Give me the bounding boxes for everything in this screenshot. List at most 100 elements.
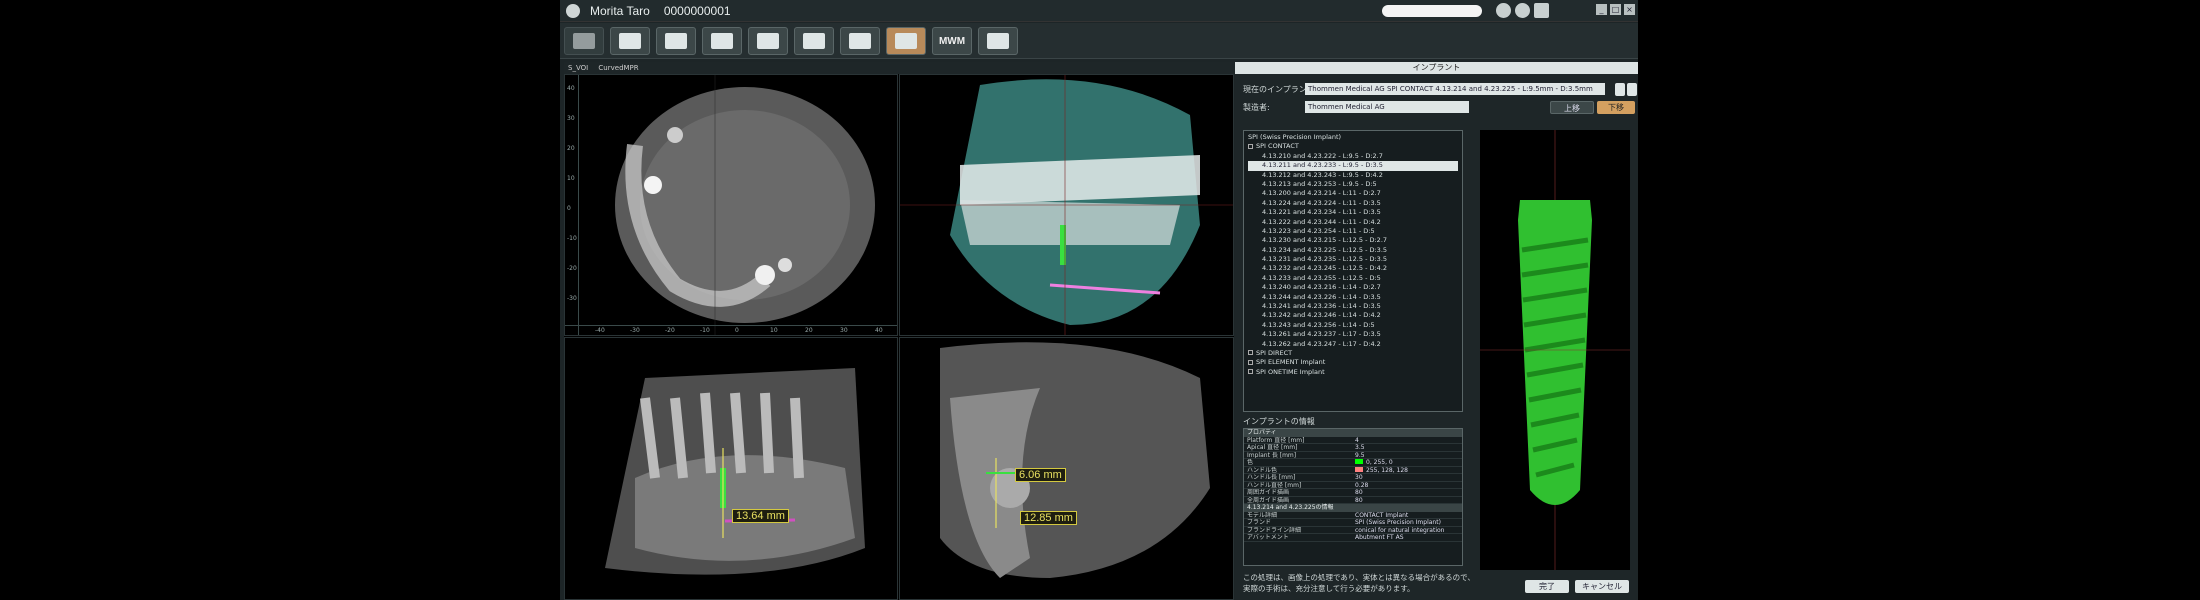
arrow-icon bbox=[573, 33, 595, 49]
tree-root[interactable]: SPI (Swiss Precision Implant) bbox=[1248, 133, 1458, 142]
color-swatch[interactable] bbox=[1355, 466, 1363, 472]
info-row: 全周ガイド描画 80 bbox=[1244, 497, 1462, 504]
tree-item[interactable]: 4.13.210 and 4.23.222 - L:9.5 - D:2.7 bbox=[1248, 152, 1458, 161]
tree-item[interactable]: 4.13.200 and 4.23.214 - L:11 - D:2.7 bbox=[1248, 189, 1458, 198]
warning-note-line1: この処理は、画像上の処理であり、実体とは異なる場合があるので、 bbox=[1243, 573, 1475, 582]
measurement-label: 6.06 mm bbox=[1015, 468, 1066, 482]
implant-info-label: インプラントの情報 bbox=[1243, 417, 1315, 426]
collapse-icon bbox=[1248, 143, 1253, 149]
tree-item[interactable]: 4.13.224 and 4.23.224 - L:11 - D:3.5 bbox=[1248, 199, 1458, 208]
tree-item[interactable]: 4.13.262 and 4.23.247 - L:17 - D:4.2 bbox=[1248, 340, 1458, 349]
info-row: 周囲ガイド描画 80 bbox=[1244, 489, 1462, 497]
cancel-button[interactable]: キャンセル bbox=[1575, 580, 1629, 593]
3d-render-image bbox=[900, 75, 1233, 335]
toolbar-button-implant[interactable] bbox=[886, 27, 926, 55]
tab-s-voi[interactable]: S_VOI bbox=[568, 64, 588, 72]
app-logo-icon bbox=[566, 3, 580, 18]
panoramic-slice-image bbox=[940, 342, 1210, 578]
plus-icon[interactable] bbox=[1615, 83, 1625, 96]
grid-icon[interactable] bbox=[1534, 3, 1549, 18]
implant-tree: SPI (Swiss Precision Implant) SPI CONTAC… bbox=[1243, 130, 1463, 412]
horizontal-ruler: -40 -30 -20 -10 0 10 20 30 40 bbox=[565, 325, 897, 335]
implant-panel: インプラント 現在のインプラント: Thommen Medical AG SPI… bbox=[1235, 62, 1638, 600]
vertical-ruler: 40 30 20 10 0 -10 -20 -30 bbox=[565, 75, 579, 335]
tree-item[interactable]: 4.13.222 and 4.23.244 - L:11 - D:4.2 bbox=[1248, 218, 1458, 227]
toolbar-button-layout1[interactable] bbox=[610, 27, 650, 55]
panoramic-slice-view[interactable]: 6.06 mm 12.85 mm bbox=[899, 337, 1234, 600]
expand-icon bbox=[1248, 350, 1253, 356]
search-input[interactable] bbox=[1382, 5, 1482, 17]
annotate-icon bbox=[803, 33, 825, 49]
minimize-button[interactable]: _ bbox=[1596, 4, 1607, 15]
toolbar-button-home[interactable] bbox=[978, 27, 1018, 55]
tree-item[interactable]: 4.13.244 and 4.23.226 - L:14 - D:3.5 bbox=[1248, 293, 1458, 302]
tree-item[interactable]: 4.13.242 and 4.23.246 - L:14 - D:4.2 bbox=[1248, 311, 1458, 320]
tree-item[interactable]: 4.13.213 and 4.23.253 - L:9.5 - D:5 bbox=[1248, 180, 1458, 189]
tree-item[interactable]: 4.13.231 and 4.23.235 - L:12.5 - D:3.5 bbox=[1248, 255, 1458, 264]
cross-section-image bbox=[605, 368, 865, 575]
toolbar-button-slices[interactable] bbox=[702, 27, 742, 55]
tree-item[interactable]: 4.13.212 and 4.23.243 - L:9.5 - D:4.2 bbox=[1248, 171, 1458, 180]
color-swatch[interactable] bbox=[1355, 459, 1363, 464]
tree-item[interactable]: 4.13.241 and 4.23.236 - L:14 - D:3.5 bbox=[1248, 302, 1458, 311]
main-toolbar: MWM bbox=[560, 23, 1638, 59]
tree-item-selected[interactable]: 4.13.211 and 4.23.233 - L:9.5 - D:3.5 bbox=[1248, 161, 1458, 171]
viewer-tabs: S_VOI CurvedMPR bbox=[564, 62, 1234, 74]
measurement-label: 13.64 mm bbox=[732, 509, 789, 523]
tree-group[interactable]: SPI DIRECT bbox=[1248, 349, 1458, 358]
patient-id: 0000000001 bbox=[663, 3, 731, 18]
info-row: アバットメント Abutment FT AS bbox=[1244, 534, 1462, 542]
tree-item[interactable]: 4.13.234 and 4.23.225 - L:12.5 - D:3.5 bbox=[1248, 246, 1458, 255]
info-row: Apical 直径 [mm] 3.5 bbox=[1244, 444, 1462, 452]
tree-group[interactable]: SPI ONETIME Implant bbox=[1248, 368, 1458, 377]
info-row: モデル詳細 CONTACT Implant bbox=[1244, 512, 1462, 519]
tree-item[interactable]: 4.13.240 and 4.23.216 - L:14 - D:2.7 bbox=[1248, 283, 1458, 292]
toolbar-button-print[interactable] bbox=[748, 27, 788, 55]
axial-image bbox=[615, 75, 875, 335]
panel-title: インプラント bbox=[1235, 62, 1638, 74]
info-row: ハンドル直径 [mm] 0.28 bbox=[1244, 482, 1462, 489]
toolbar-button-annotate[interactable] bbox=[794, 27, 834, 55]
implant-info-table: プロパティ Platform 直径 [mm] 4 Apical 直径 [mm] 3.… bbox=[1243, 428, 1463, 566]
info-section-header: 4.13.214 and 4.23.225の情報 bbox=[1244, 504, 1462, 512]
tree-item[interactable]: 4.13.233 and 4.23.255 - L:12.5 - D:5 bbox=[1248, 274, 1458, 283]
implant-icon bbox=[895, 33, 917, 49]
implant-preview bbox=[1480, 130, 1630, 570]
list-icon bbox=[665, 33, 687, 49]
tab-curved-mpr[interactable]: CurvedMPR bbox=[598, 64, 638, 72]
tree-item[interactable]: 4.13.230 and 4.23.215 - L:12.5 - D:2.7 bbox=[1248, 236, 1458, 245]
tree-item[interactable]: 4.13.223 and 4.23.254 - L:11 - D:5 bbox=[1248, 227, 1458, 236]
warning-note-line2: 実際の手術は、充分注意して行う必要があります。 bbox=[1243, 584, 1415, 593]
settings-icon[interactable] bbox=[1515, 3, 1530, 18]
toolbar-button-back[interactable] bbox=[564, 27, 604, 55]
patient-name: Morita Taro bbox=[590, 3, 650, 18]
info-row: 色 0, 255, 0 bbox=[1244, 459, 1462, 467]
measurement-label: 12.85 mm bbox=[1020, 511, 1077, 525]
toolbar-button-tools[interactable] bbox=[840, 27, 880, 55]
magnifier-icon[interactable] bbox=[1496, 3, 1511, 18]
down-button[interactable]: 下移 bbox=[1597, 101, 1635, 114]
toolbar-button-layout2[interactable] bbox=[656, 27, 696, 55]
manufacturer-label: 製造者: bbox=[1243, 103, 1270, 112]
maximize-button[interactable]: □ bbox=[1610, 4, 1621, 15]
image-viewer: S_VOI CurvedMPR 40 30 20 10 0 -10 -20 -3… bbox=[564, 62, 1234, 600]
ok-button[interactable]: 完了 bbox=[1525, 580, 1569, 593]
close-button[interactable]: × bbox=[1624, 4, 1635, 15]
title-bar: Morita Taro 0000000001 _ □ × bbox=[560, 0, 1638, 22]
tree-item[interactable]: 4.13.232 and 4.23.245 - L:12.5 - D:4.2 bbox=[1248, 264, 1458, 273]
minus-icon[interactable] bbox=[1627, 83, 1637, 96]
3d-render-view[interactable] bbox=[899, 74, 1234, 336]
expand-icon bbox=[1248, 369, 1253, 375]
tree-item[interactable]: 4.13.221 and 4.23.234 - L:11 - D:3.5 bbox=[1248, 208, 1458, 217]
current-implant-select[interactable]: Thommen Medical AG SPI CONTACT 4.13.214 … bbox=[1305, 83, 1605, 95]
tree-group[interactable]: SPI ELEMENT Implant bbox=[1248, 358, 1458, 367]
manufacturer-select[interactable]: Thommen Medical AG bbox=[1305, 101, 1469, 113]
tree-group[interactable]: SPI CONTACT bbox=[1248, 142, 1458, 151]
up-button[interactable]: 上移 bbox=[1550, 101, 1594, 114]
axial-view[interactable]: 40 30 20 10 0 -10 -20 -30 -40 -30 -20 -1… bbox=[564, 74, 898, 336]
cross-section-view[interactable]: 13.64 mm bbox=[564, 337, 898, 600]
tree-item[interactable]: 4.13.243 and 4.23.256 - L:14 - D:5 bbox=[1248, 321, 1458, 330]
toolbar-button-mwm[interactable]: MWM bbox=[932, 27, 972, 55]
info-row: ハンドル長 [mm] 30 bbox=[1244, 474, 1462, 482]
tree-item[interactable]: 4.13.261 and 4.23.237 - L:17 - D:3.5 bbox=[1248, 330, 1458, 339]
